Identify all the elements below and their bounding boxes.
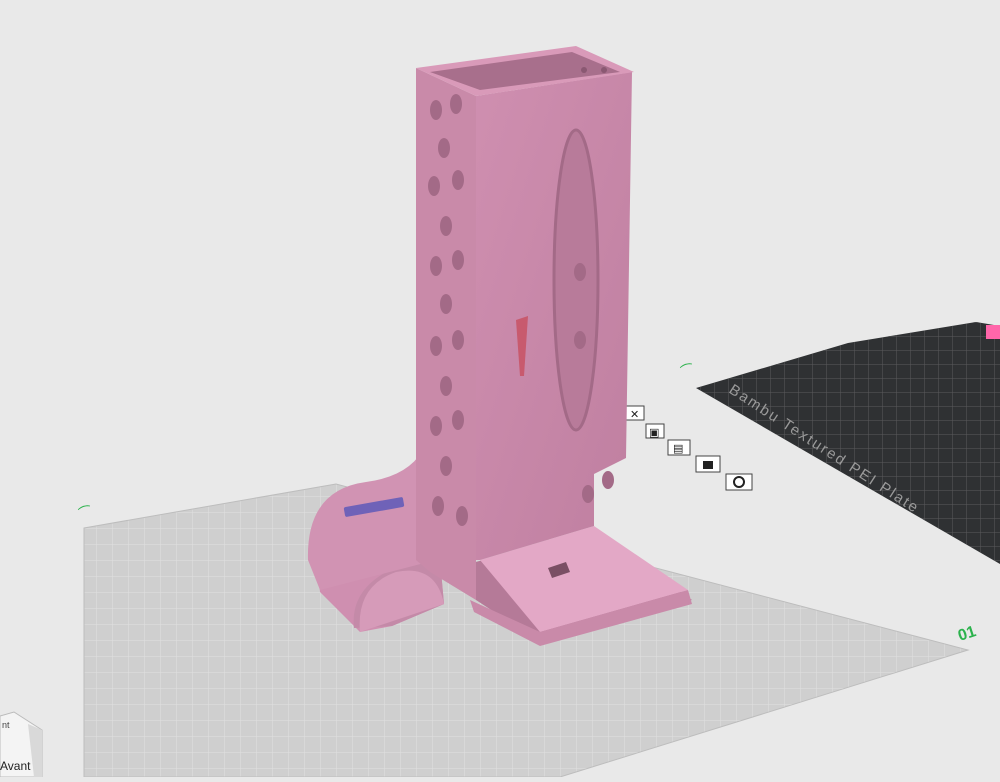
- dice-tower-model[interactable]: [307, 46, 692, 646]
- svg-text:✕: ✕: [630, 408, 639, 421]
- arrange-icon[interactable]: ▤: [667, 439, 691, 456]
- secondary-build-plate[interactable]: Bambu Textured PEI Plate: [696, 322, 1000, 564]
- view-cube[interactable]: nt Avant: [0, 711, 43, 778]
- delete-plate-icon[interactable]: ✕: [625, 405, 645, 421]
- lock-plate-icon[interactable]: [695, 455, 721, 473]
- plate-settings-icon[interactable]: [725, 473, 753, 491]
- svg-text:▣: ▣: [649, 426, 659, 439]
- plate-corner-marker: ⁀: [77, 504, 94, 523]
- view-cube-side-label: nt: [2, 720, 10, 730]
- 3d-viewport[interactable]: Bambu Textured PEI Plate 01 ⁀ ⁀ ✕ ▣ ▤ nt…: [0, 0, 1000, 778]
- plate-highlight-icon: [986, 325, 1000, 339]
- auto-orient-icon[interactable]: ▣: [645, 423, 665, 439]
- plate-tool-group: ✕ ▣ ▤: [625, 405, 753, 491]
- active-plate-index: 01: [956, 623, 978, 645]
- view-cube-front-label: Avant: [0, 759, 31, 773]
- svg-text:▤: ▤: [673, 442, 683, 455]
- secondary-plate-corner-marker: ⁀: [679, 362, 696, 381]
